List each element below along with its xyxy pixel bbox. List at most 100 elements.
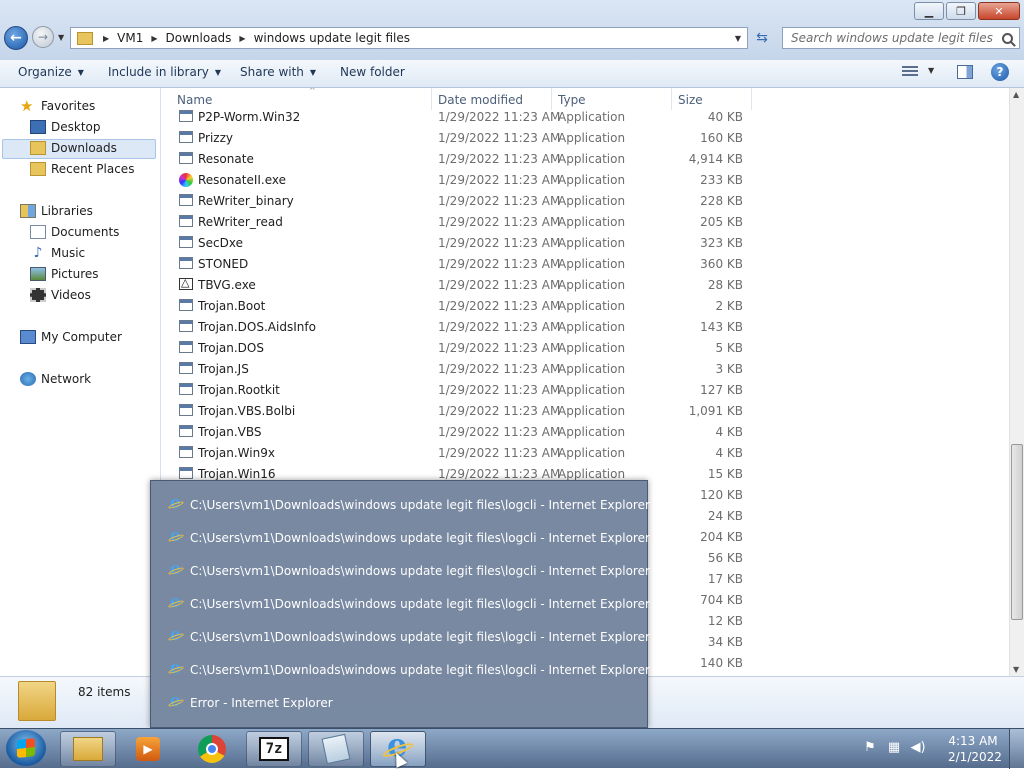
taskbar-notepad[interactable] (308, 731, 364, 767)
nav-pictures[interactable]: Pictures (30, 267, 99, 281)
ie-window-title: C:\Users\vm1\Downloads\windows update le… (190, 531, 650, 545)
ie-window-title: C:\Users\vm1\Downloads\windows update le… (190, 630, 650, 644)
file-date-modified: 1/29/2022 11:23 AM (438, 215, 561, 229)
table-row[interactable]: STONED 1/29/2022 11:23 AM Application 360 K… (171, 254, 761, 275)
clock[interactable]: 4:13 AM 2/1/2022 (948, 733, 1002, 765)
file-date-modified: 1/29/2022 11:23 AM (438, 173, 561, 187)
pictures-icon (30, 267, 46, 281)
file-date-modified: 1/29/2022 11:23 AM (438, 446, 561, 460)
address-bar[interactable]: ▶ VM1 ▶ Downloads ▶ windows update legit… (70, 27, 748, 49)
ie-window-item[interactable]: C:\Users\vm1\Downloads\windows update le… (168, 657, 650, 683)
nav-libraries[interactable]: Libraries (20, 204, 93, 218)
column-name[interactable]: Name (177, 93, 212, 107)
table-row[interactable]: Prizzy 1/29/2022 11:23 AM Application 160 K… (171, 128, 761, 149)
table-row[interactable]: Resonate 1/29/2022 11:23 AM Application 4,9… (171, 149, 761, 170)
minimize-button[interactable]: ▁ (914, 2, 944, 20)
table-row[interactable]: TBVG.exe 1/29/2022 11:23 AMApplication 28 … (171, 275, 761, 296)
table-row[interactable]: P2P-Worm.Win32 1/29/2022 11:23 AM Applicat… (171, 107, 761, 128)
nav-downloads-label: Downloads (51, 141, 117, 155)
action-center-flag-icon[interactable]: ⚑ (862, 739, 878, 755)
breadcrumb-vm1[interactable]: VM1 (117, 31, 143, 45)
internet-explorer-icon (168, 658, 184, 678)
change-view-icon[interactable] (902, 66, 918, 78)
search-icon[interactable] (1002, 32, 1013, 44)
nav-pictures-label: Pictures (51, 267, 99, 281)
clock-date: 2/1/2022 (948, 750, 1002, 764)
nav-videos[interactable]: Videos (30, 288, 91, 302)
back-button[interactable]: ← (4, 26, 28, 50)
nav-desktop-label: Desktop (51, 120, 101, 134)
file-size: 2 KB (715, 299, 743, 313)
nav-my-computer[interactable]: My Computer (20, 330, 122, 344)
chevron-right-icon[interactable]: ▶ (239, 34, 245, 43)
forward-button[interactable]: → (32, 26, 54, 48)
help-icon[interactable]: ? (991, 63, 1009, 81)
include-in-library-button[interactable]: Include in library ▼ (108, 65, 221, 79)
table-row[interactable]: ReWriter_read 1/29/2022 11:23 AM Applicati… (171, 212, 761, 233)
network-status-icon[interactable]: ▦ (886, 739, 902, 755)
volume-icon[interactable]: ◀) (910, 739, 926, 755)
file-size: 228 KB (700, 194, 743, 208)
recent-pages-dropdown[interactable]: ▼ (58, 33, 64, 42)
taskbar-chrome[interactable] (184, 731, 240, 767)
scroll-down-icon[interactable]: ▼ (1013, 665, 1019, 674)
chevron-right-icon[interactable]: ▶ (103, 34, 109, 43)
refresh-icon[interactable]: ⇆ (752, 28, 772, 48)
table-row[interactable]: SecDxe 1/29/2022 11:23 AM Application 323 K… (171, 233, 761, 254)
ie-window-item[interactable]: C:\Users\vm1\Downloads\windows update le… (168, 624, 650, 650)
ie-window-item[interactable]: C:\Users\vm1\Downloads\windows update le… (168, 525, 650, 551)
table-row[interactable]: Trojan.VBS.Bolbi 1/29/2022 11:23 AM Applic… (171, 401, 761, 422)
close-button[interactable]: ✕ (978, 2, 1020, 20)
table-row[interactable]: Trojan.Boot 1/29/2022 11:23 AM Application… (171, 296, 761, 317)
taskbar-media-player[interactable]: ▶ (120, 731, 176, 767)
search-box[interactable] (782, 27, 1020, 49)
breadcrumb-current-folder[interactable]: windows update legit files (254, 31, 410, 45)
nav-favorites[interactable]: ★ Favorites (20, 99, 95, 114)
nav-downloads[interactable]: Downloads (30, 141, 117, 155)
file-type: Application (558, 278, 626, 292)
ie-window-item[interactable]: Error - Internet Explorer (168, 690, 333, 716)
file-name: Trojan.Win16 (198, 467, 276, 481)
table-row[interactable]: ReWriter_binary 1/29/2022 11:23 AM Applica… (171, 191, 761, 212)
column-date-modified[interactable]: Date modified (438, 93, 523, 107)
vertical-scrollbar[interactable]: ▲ ▼ (1009, 88, 1024, 676)
ie-window-item[interactable]: C:\Users\vm1\Downloads\windows update le… (168, 558, 650, 584)
nav-documents[interactable]: Documents (30, 225, 119, 239)
table-row[interactable]: Trojan.VBS 1/29/2022 11:23 AM Application 4… (171, 422, 761, 443)
table-row[interactable]: Trojan.DOS 1/29/2022 11:23 AM Application 5… (171, 338, 761, 359)
notepad-icon (321, 733, 351, 765)
nav-network[interactable]: Network (20, 372, 91, 386)
nav-music[interactable]: ♪ Music (30, 246, 86, 260)
file-type: Application (558, 341, 626, 355)
chevron-right-icon[interactable]: ▶ (151, 34, 157, 43)
column-type[interactable]: Type (558, 93, 586, 107)
scrollbar-thumb[interactable] (1011, 444, 1023, 620)
ie-window-item[interactable]: C:\Users\vm1\Downloads\windows update le… (168, 591, 650, 617)
view-options-dropdown-icon[interactable]: ▼ (928, 66, 934, 75)
taskbar-windows-explorer[interactable] (60, 731, 116, 767)
nav-desktop[interactable]: Desktop (30, 120, 101, 134)
table-row[interactable]: Trojan.Rootkit 1/29/2022 11:23 AM Applicat… (171, 380, 761, 401)
maximize-button[interactable]: ❐ (946, 2, 976, 20)
table-row[interactable]: Trojan.DOS.AidsInfo 1/29/2022 11:23 AM App… (171, 317, 761, 338)
organize-button[interactable]: Organize ▼ (18, 65, 84, 79)
address-dropdown-icon[interactable]: ▼ (735, 34, 741, 43)
preview-pane-icon[interactable] (957, 65, 973, 79)
table-row[interactable]: Trojan.Win9x 1/29/2022 11:23 AM Applicatio… (171, 443, 761, 464)
scroll-up-icon[interactable]: ▲ (1013, 90, 1019, 99)
file-name: Prizzy (198, 131, 233, 145)
ie-window-item[interactable]: C:\Users\vm1\Downloads\windows update le… (168, 492, 650, 518)
file-type: Application (558, 131, 626, 145)
column-size[interactable]: Size (678, 93, 703, 107)
search-input[interactable] (789, 30, 1001, 46)
table-row[interactable]: Trojan.JS 1/29/2022 11:23 AM Application 3 … (171, 359, 761, 380)
file-type: Application (558, 362, 626, 376)
nav-recent-places[interactable]: Recent Places (30, 162, 134, 176)
show-desktop-button[interactable] (1009, 729, 1024, 769)
table-row[interactable]: ResonateII.exe 1/29/2022 11:23 AM Applicat… (171, 170, 761, 191)
taskbar-7zip[interactable]: 7z (246, 731, 302, 767)
start-button[interactable] (6, 730, 46, 766)
share-with-button[interactable]: Share with ▼ (240, 65, 316, 79)
breadcrumb-downloads[interactable]: Downloads (166, 31, 232, 45)
new-folder-button[interactable]: New folder (340, 65, 405, 79)
